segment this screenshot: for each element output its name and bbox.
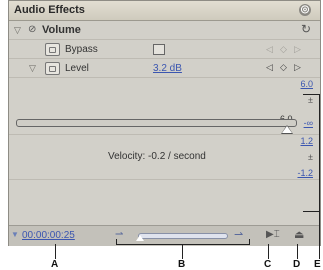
scroll-marker-icon: ▼ [11,230,19,239]
callout-label-a: A [51,259,59,270]
level-label: Level [65,63,89,74]
panel-title: Audio Effects [14,4,85,16]
callout-label-b: B [178,259,186,270]
disclosure-triangle-icon[interactable]: ▽ [29,63,36,74]
callout-tick-e-bottom [303,211,320,212]
bypass-checkbox[interactable] [153,44,165,55]
prev-keyframe-icon[interactable]: ◁ [266,62,273,73]
level-value[interactable]: 3.2 dB [153,63,182,74]
next-keyframe-icon[interactable]: ▷ [294,62,301,73]
velocity-scale-mid: ± [308,152,313,162]
current-time-display[interactable]: 00:00:00:25 [22,230,75,241]
callout-label-c: C [264,259,272,270]
panel-bottom-bar: ▼ 00:00:00:25 ⇀ ⇀ ▶⌶ ⏏ [9,225,320,246]
fx-icon[interactable]: ⊘ [28,24,36,35]
effect-name: Volume [42,24,81,36]
zoom-slider-track[interactable] [138,233,228,239]
keyframe-toggle-icon[interactable] [45,43,60,56]
callout-bracket-b-right [249,239,250,245]
callout-line-c [268,244,269,259]
velocity-baseline [9,179,320,180]
zoom-in-icon[interactable]: ⇀ [234,228,243,241]
callout-label-e: E [314,259,321,270]
reset-icon[interactable]: ↻ [301,22,311,36]
velocity-scale-bottom: -1.2 [297,168,313,178]
disclosure-triangle-icon[interactable]: ▽ [14,25,21,36]
level-slider-thumb-fill[interactable] [282,126,292,133]
callout-line-e [319,212,320,259]
prev-keyframe-icon[interactable]: ◁ [266,44,273,55]
velocity-scale-top: 1.2 [300,136,313,146]
bypass-label: Bypass [65,44,98,55]
play-loop-icon[interactable]: ▶⌶ [266,229,280,240]
level-scale-top: 6.0 [300,79,313,89]
keyframe-toggle-icon[interactable] [45,62,60,75]
callout-tick-e-top [303,94,320,95]
volume-effect-row[interactable]: ▽ ⊘ Volume ↻ [9,21,320,40]
callout-label-d: D [293,259,301,270]
callout-line-a [55,244,56,259]
panel-menu-glyph: ◎ [300,4,310,15]
level-slider-track[interactable] [16,119,297,127]
zoom-slider-thumb[interactable] [136,235,144,241]
bypass-row: Bypass ◁ ◇ ▷ [9,40,320,59]
callout-bracket-e [319,94,320,212]
panel-menu-icon[interactable]: ◎ [299,4,311,16]
callout-line-d [297,244,298,259]
next-keyframe-icon[interactable]: ▷ [294,44,301,55]
add-keyframe-icon[interactable]: ◇ [280,44,287,55]
level-row: ▽ Level 3.2 dB ◁ ◇ ▷ [9,59,320,78]
audio-effects-panel: Audio Effects ◎ ▽ ⊘ Volume ↻ Bypass ◁ ◇ … [8,0,321,246]
callout-line-b [182,244,183,259]
panel-titlebar: Audio Effects ◎ [9,1,320,21]
add-keyframe-icon[interactable]: ◇ [280,62,287,73]
velocity-label: Velocity: -0.2 / second [108,151,206,162]
callout-bracket-b [116,244,250,245]
velocity-graph: 1.2 ± -1.2 [9,135,320,213]
toggle-looping-icon[interactable]: ⏏ [294,228,304,241]
level-scale-mid: ± [308,95,313,105]
